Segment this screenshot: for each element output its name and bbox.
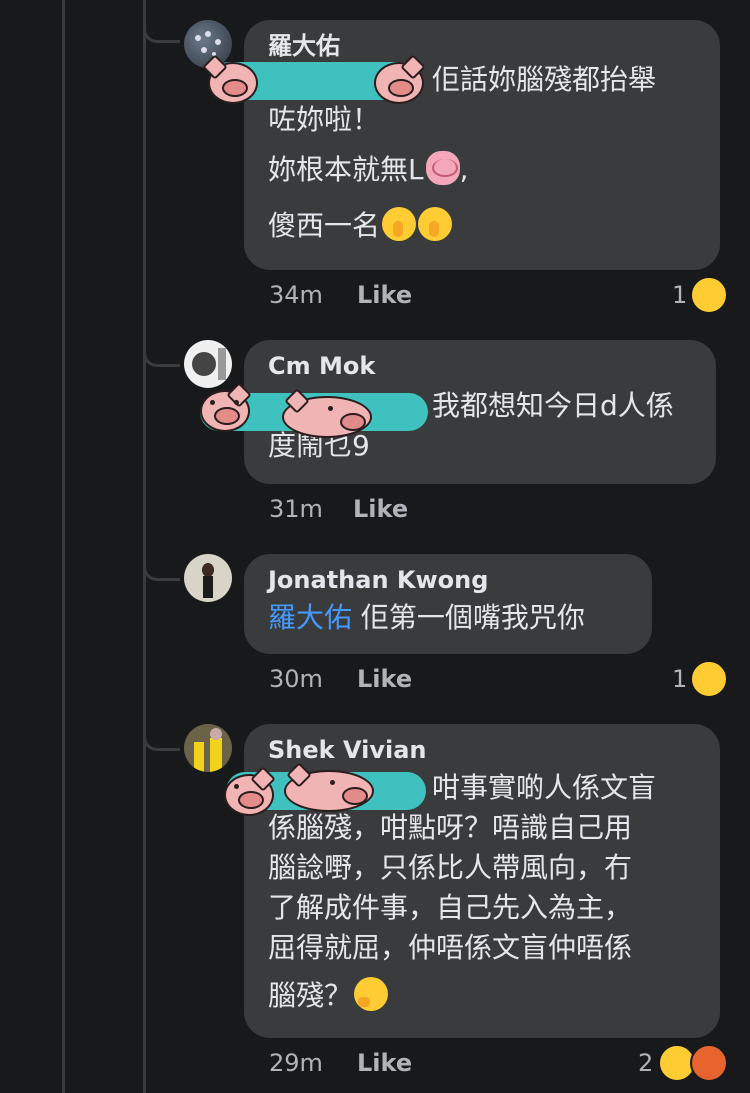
comment-timestamp[interactable]: 30m <box>269 664 323 694</box>
comment-author[interactable]: Shek Vivian <box>268 736 696 764</box>
mention-link[interactable]: 羅大佑 <box>268 601 352 634</box>
comment-text: 傻西一名 <box>268 206 696 246</box>
reaction-count[interactable]: 1 <box>672 280 687 310</box>
comment-timestamp[interactable]: 31m <box>269 494 323 524</box>
pig-sticker <box>284 762 374 812</box>
comment-text: 咗妳啦！ <box>268 103 381 136</box>
avatar-photo-icon <box>192 348 226 380</box>
comment-author[interactable]: 羅大佑 <box>268 32 696 60</box>
like-button[interactable]: Like <box>353 494 408 524</box>
like-button[interactable]: Like <box>357 1048 412 1078</box>
avatar[interactable] <box>184 724 232 772</box>
comment-text: 腦諗嘢，只係比人帶風向，冇 <box>268 851 633 884</box>
like-button[interactable]: Like <box>357 664 412 694</box>
haha-reaction-icon[interactable] <box>690 276 728 314</box>
reply-connector <box>143 720 180 751</box>
thinking-face-emoji <box>354 977 389 1011</box>
pig-sticker <box>282 388 372 438</box>
avatar[interactable] <box>184 340 232 388</box>
thread-line-inner <box>143 0 146 1093</box>
comment-text: 腦殘？ <box>268 976 696 1016</box>
comment-text: 羅大佑 佢第一個嘴我咒你 <box>268 601 585 634</box>
pig-sticker <box>202 54 258 104</box>
like-button[interactable]: Like <box>357 280 412 310</box>
brain-emoji <box>425 151 460 185</box>
shushing-face-emoji <box>382 207 417 241</box>
reaction-count[interactable]: 2 <box>638 1048 653 1078</box>
pig-sticker <box>224 766 276 816</box>
comment-author[interactable]: Cm Mok <box>268 352 692 380</box>
reply-connector <box>143 0 180 43</box>
comment-timestamp[interactable]: 34m <box>269 280 323 310</box>
pig-sticker <box>374 54 426 104</box>
reply-connector <box>143 552 180 581</box>
reply-connector <box>143 338 180 367</box>
comment-text: 妳根本就無L, <box>268 151 469 186</box>
comment-text: 係腦殘，咁點呀？唔識自己用 <box>268 811 633 844</box>
angry-reaction-icon[interactable] <box>690 1044 728 1082</box>
thread-line-outer <box>62 0 65 1093</box>
comment-author[interactable]: Jonathan Kwong <box>268 566 628 594</box>
comment-bubble: Jonathan Kwong 羅大佑 佢第一個嘴我咒你 <box>244 554 652 654</box>
shushing-face-emoji <box>418 207 453 241</box>
avatar[interactable] <box>184 554 232 602</box>
pig-sticker <box>200 382 252 432</box>
comment-bubble: 羅大佑 佢話妳腦殘都抬舉 咗妳啦！ 妳根本就無L, 傻西一名 <box>244 20 720 270</box>
comment-timestamp[interactable]: 29m <box>269 1048 323 1078</box>
haha-reaction-icon[interactable] <box>690 660 728 698</box>
avatar-photo-icon <box>202 563 214 598</box>
comment-text: 了解成件事，自己先入為主， <box>268 891 633 924</box>
reaction-count[interactable]: 1 <box>672 664 687 694</box>
comment-text: 屈得就屈，仲唔係文盲仲唔係 <box>268 931 633 964</box>
avatar-photo-icon <box>194 728 222 772</box>
